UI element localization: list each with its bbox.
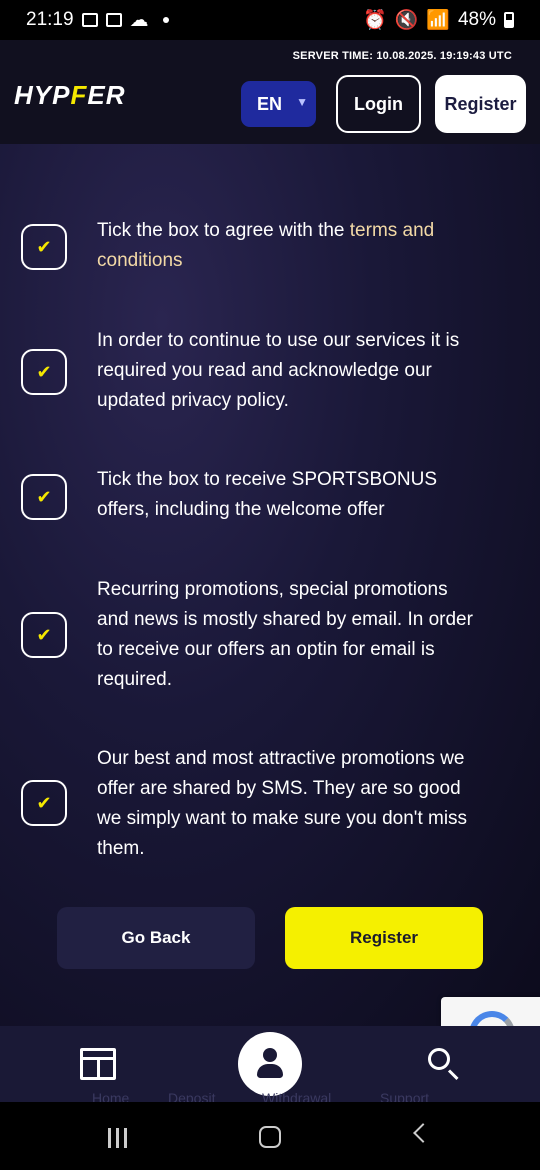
back-icon[interactable] bbox=[413, 1123, 433, 1143]
email-optin-checkbox[interactable]: ✔ bbox=[21, 612, 67, 658]
chevron-down-icon: ▼ bbox=[296, 95, 308, 109]
terms-text: Tick the box to agree with the terms and… bbox=[97, 216, 482, 276]
logo-end: ER bbox=[87, 80, 126, 110]
sms-optin-checkbox[interactable]: ✔ bbox=[21, 780, 67, 826]
search-icon[interactable] bbox=[428, 1048, 450, 1070]
battery-level: 48% bbox=[457, 9, 496, 30]
calendar-icon bbox=[105, 13, 122, 27]
site-header: SERVER TIME: 10.08.2025. 19:19:43 UTC HY… bbox=[0, 40, 540, 144]
hyper-logo[interactable]: HYPFER bbox=[14, 80, 125, 111]
register-button[interactable]: Register bbox=[285, 907, 483, 969]
bottom-nav: Home Deposit Withdrawal Support bbox=[0, 1026, 540, 1106]
check-icon: ✔ bbox=[36, 625, 52, 645]
system-home-icon[interactable] bbox=[259, 1126, 281, 1148]
register-header-button[interactable]: Register bbox=[435, 75, 526, 133]
mute-icon: 🔇 bbox=[394, 10, 419, 31]
check-icon: ✔ bbox=[36, 793, 52, 813]
user-icon bbox=[263, 1048, 277, 1062]
terms-text-prefix: Tick the box to agree with the bbox=[97, 220, 350, 241]
check-icon: ✔ bbox=[36, 487, 52, 507]
logo-main: HYP bbox=[14, 80, 71, 110]
check-icon: ✔ bbox=[36, 237, 52, 257]
sms-optin-text: Our best and most attractive promotions … bbox=[97, 748, 468, 859]
status-left: 21:19 ☁ bbox=[26, 9, 169, 32]
server-time: SERVER TIME: 10.08.2025. 19:19:43 UTC bbox=[292, 50, 512, 62]
privacy-checkbox[interactable]: ✔ bbox=[21, 349, 67, 395]
status-right: ⏰ 🔇 📶 48% bbox=[363, 8, 514, 32]
sportsbonus-text: Tick the box to receive SPORTSBONUS offe… bbox=[97, 469, 438, 520]
go-back-button[interactable]: Go Back bbox=[57, 907, 255, 969]
battery-icon bbox=[504, 12, 514, 28]
system-nav-bar bbox=[0, 1102, 540, 1170]
language-select[interactable]: EN ▼ bbox=[241, 81, 316, 127]
sportsbonus-checkbox[interactable]: ✔ bbox=[21, 474, 67, 520]
wifi-icon: 📶 bbox=[426, 10, 450, 31]
check-icon: ✔ bbox=[36, 362, 52, 382]
status-bar: 21:19 ☁ ⏰ 🔇 📶 48% bbox=[0, 0, 540, 40]
user-body-icon bbox=[257, 1064, 283, 1078]
notification-dot-icon bbox=[162, 17, 169, 23]
privacy-text: In order to continue to use our services… bbox=[97, 330, 460, 411]
gallery-icon bbox=[81, 13, 98, 27]
language-value: EN bbox=[257, 93, 283, 114]
profile-button[interactable] bbox=[238, 1032, 302, 1096]
email-optin-text: Recurring promotions, special promotions… bbox=[97, 579, 473, 690]
logo-accent: F bbox=[70, 80, 88, 110]
terms-checkbox[interactable]: ✔ bbox=[21, 224, 67, 270]
login-button[interactable]: Login bbox=[336, 75, 421, 133]
status-time: 21:19 bbox=[26, 9, 74, 30]
consent-form: ✔ Tick the box to agree with the terms a… bbox=[0, 144, 540, 1082]
alarm-icon: ⏰ bbox=[362, 10, 387, 31]
home-icon[interactable] bbox=[80, 1048, 116, 1080]
recent-apps-icon[interactable] bbox=[108, 1128, 132, 1148]
cloud-icon: ☁ bbox=[129, 9, 149, 31]
